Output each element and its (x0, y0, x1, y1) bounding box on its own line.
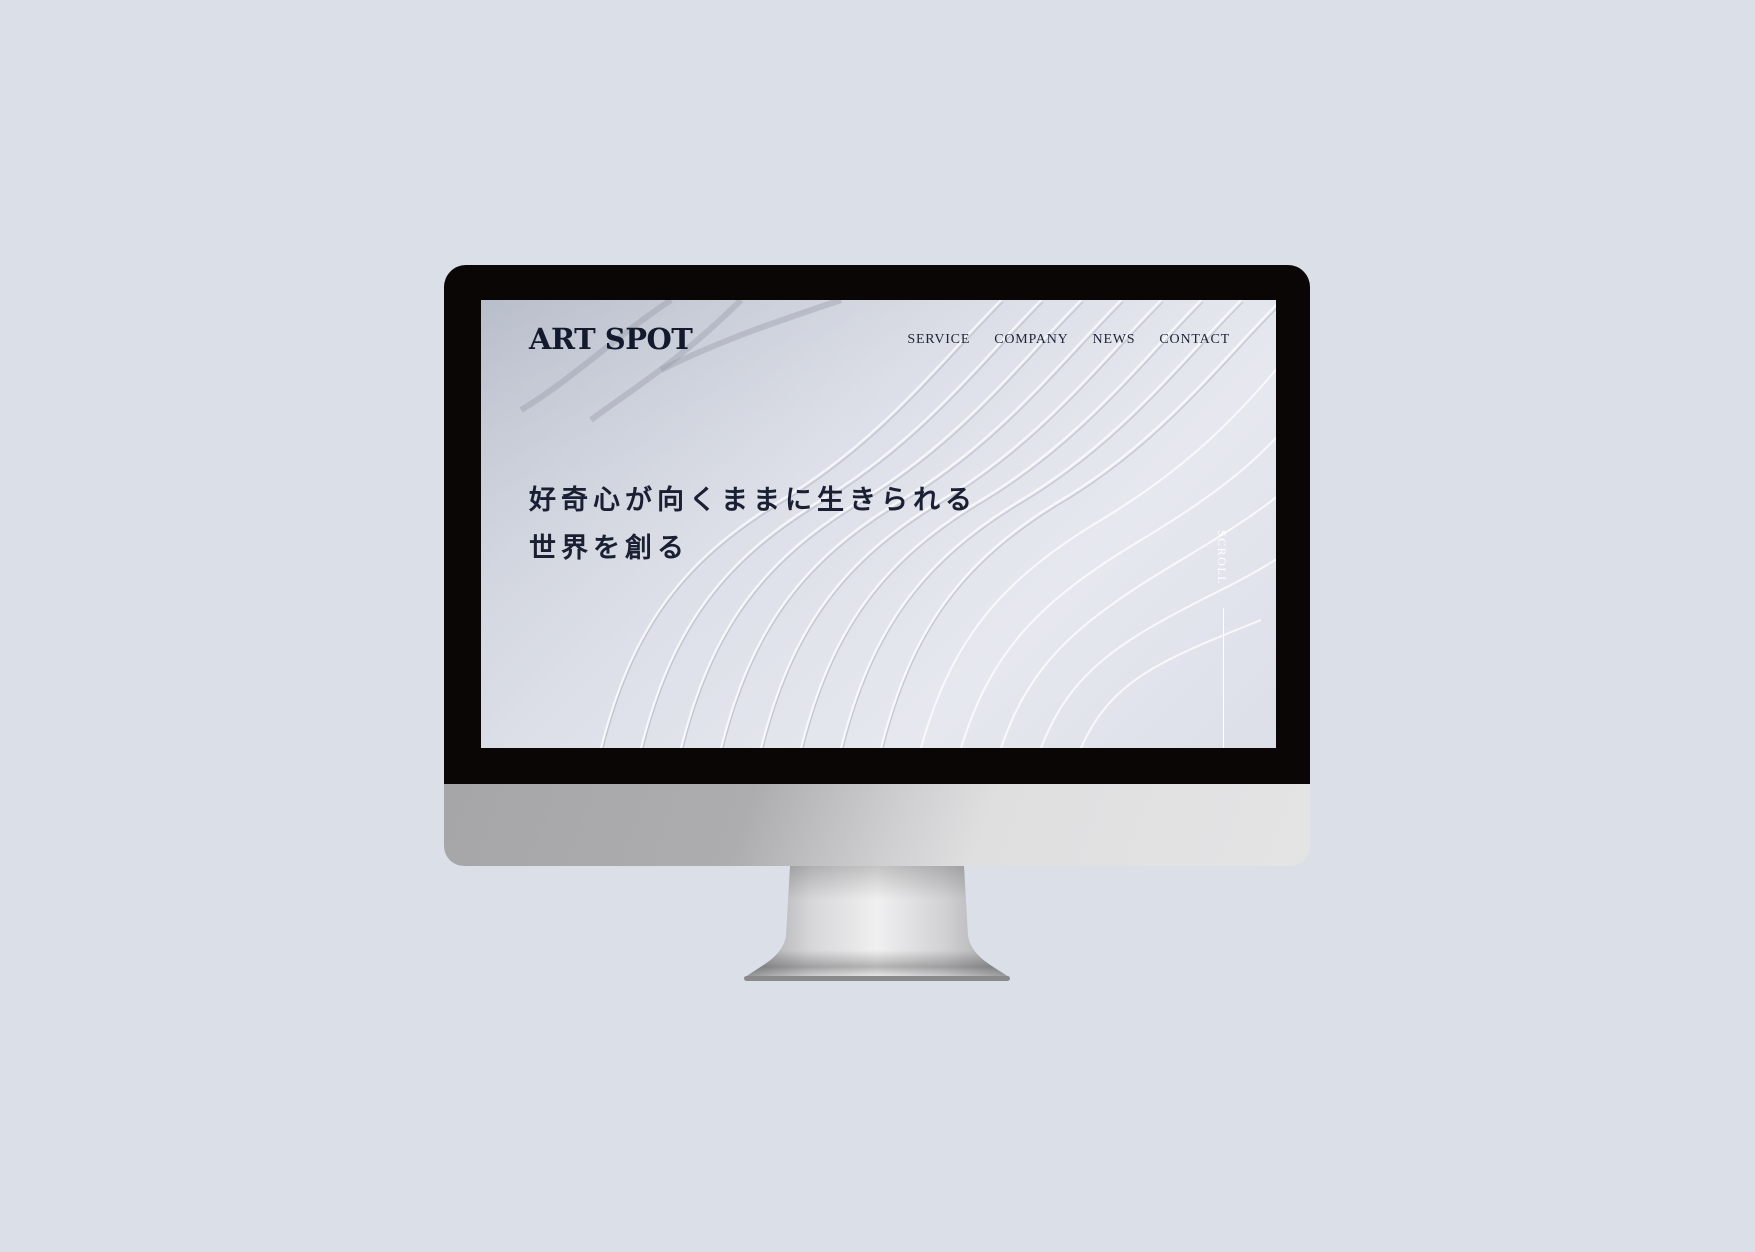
site-logo[interactable]: ART SPOT (529, 322, 693, 356)
nav-item-news[interactable]: NEWS (1093, 332, 1136, 348)
scroll-indicator[interactable]: SCROLL (1214, 530, 1234, 748)
nav-item-company[interactable]: COMPANY (994, 332, 1068, 348)
hero-heading-line-2: 世界を創る (529, 533, 689, 564)
scroll-label: SCROLL (1215, 530, 1229, 586)
global-nav: SERVICE COMPANY NEWS CONTACT (907, 332, 1230, 348)
scroll-line (1223, 608, 1224, 748)
nav-item-service[interactable]: SERVICE (907, 332, 970, 348)
hero-heading: 好奇心が向くままに生きられる 世界を創る (529, 477, 977, 573)
monitor-stand (744, 866, 1010, 981)
nav-item-contact[interactable]: CONTACT (1159, 332, 1230, 348)
website-screen: ART SPOT SERVICE COMPANY NEWS CONTACT 好奇… (481, 300, 1276, 748)
hero-heading-line-1: 好奇心が向くままに生きられる (529, 485, 977, 516)
monitor-chin (444, 784, 1310, 866)
